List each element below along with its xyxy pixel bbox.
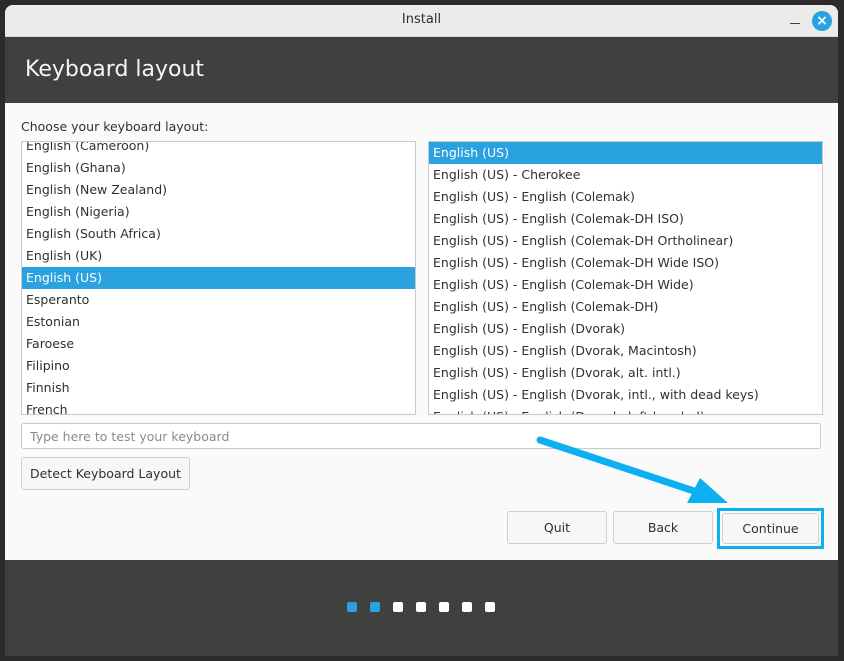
keyboard-test-input[interactable] [21, 423, 821, 449]
layout-list-item[interactable]: English (UK) [22, 245, 415, 267]
layout-list-item[interactable]: English (New Zealand) [22, 179, 415, 201]
progress-dot [485, 602, 495, 612]
variant-list-item[interactable]: English (US) - English (Dvorak, alt. int… [429, 362, 822, 384]
progress-dot [370, 602, 380, 612]
progress-dot [462, 602, 472, 612]
page-header: Keyboard layout [5, 37, 838, 103]
window-title: Install [401, 12, 442, 27]
layout-list-item[interactable]: English (Nigeria) [22, 201, 415, 223]
layout-list-item[interactable]: English (South Africa) [22, 223, 415, 245]
layout-list-item[interactable]: Estonian [22, 311, 415, 333]
choose-layout-label: Choose your keyboard layout: [21, 119, 209, 134]
main-content: Choose your keyboard layout: English (Ca… [5, 103, 838, 560]
variant-list-item[interactable]: English (US) - English (Dvorak, left-han… [429, 406, 822, 414]
page-title: Keyboard layout [25, 57, 205, 82]
back-button[interactable]: Back [613, 511, 713, 544]
close-icon[interactable]: × [812, 11, 832, 31]
continue-highlight: Continue [717, 508, 824, 549]
continue-button[interactable]: Continue [722, 513, 819, 544]
variant-list-item[interactable]: English (US) - English (Colemak-DH Wide) [429, 274, 822, 296]
layout-list-item[interactable]: English (Ghana) [22, 157, 415, 179]
variant-list-item[interactable]: English (US) [429, 142, 822, 164]
variant-list-item[interactable]: English (US) - English (Colemak-DH ISO) [429, 208, 822, 230]
progress-dot [347, 602, 357, 612]
variant-list-item[interactable]: English (US) - Cherokee [429, 164, 822, 186]
variant-list-item[interactable]: English (US) - English (Dvorak, Macintos… [429, 340, 822, 362]
variant-list[interactable]: English (US) English (US) - Cherokee Engli… [428, 141, 823, 415]
layout-list-item[interactable]: French [22, 399, 415, 414]
progress-dot [416, 602, 426, 612]
quit-button[interactable]: Quit [507, 511, 607, 544]
layout-list-item[interactable]: Filipino [22, 355, 415, 377]
minimize-icon[interactable] [787, 13, 803, 29]
variant-list-item[interactable]: English (US) - English (Colemak-DH Ortho… [429, 230, 822, 252]
layout-list-item[interactable]: English (Cameroon) [22, 142, 415, 157]
progress-footer [5, 560, 838, 656]
variant-list-item[interactable]: English (US) - English (Dvorak) [429, 318, 822, 340]
variant-list-item[interactable]: English (US) - English (Colemak-DH Wide … [429, 252, 822, 274]
layout-list-item[interactable]: Faroese [22, 333, 415, 355]
variant-list-items: English (US) English (US) - Cherokee Engli… [429, 142, 822, 414]
variant-list-item[interactable]: English (US) - English (Dvorak, intl., w… [429, 384, 822, 406]
progress-dot [439, 602, 449, 612]
layout-list-item[interactable]: English (US) [22, 267, 415, 289]
progress-dot [393, 602, 403, 612]
variant-list-item[interactable]: English (US) - English (Colemak-DH) [429, 296, 822, 318]
variant-list-item[interactable]: English (US) - English (Colemak) [429, 186, 822, 208]
installer-window: Install × Keyboard layout Choose your ke… [5, 5, 838, 656]
layout-list-item[interactable]: Finnish [22, 377, 415, 399]
layout-list-items: English (Cameroon) English (Ghana) English… [22, 142, 415, 414]
title-bar[interactable]: Install × [5, 5, 838, 37]
detect-layout-button[interactable]: Detect Keyboard Layout [21, 457, 190, 490]
layout-list-item[interactable]: Esperanto [22, 289, 415, 311]
layout-list[interactable]: English (Cameroon) English (Ghana) English… [21, 141, 416, 415]
